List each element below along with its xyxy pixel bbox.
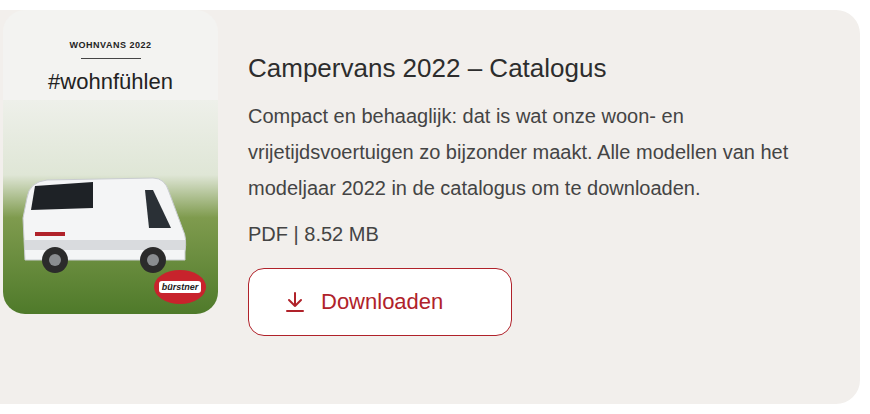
van-icon	[13, 168, 193, 278]
card-title: Campervans 2022 – Catalogus	[248, 50, 836, 86]
card-description: Compact en behaaglijk: dat is wat onze w…	[248, 98, 833, 206]
download-card: WOHNVANS 2022 #wohnfühlen bürstner Camperva…	[0, 10, 860, 404]
cover-kicker: WOHNVANS 2022	[70, 40, 152, 50]
cover-photo: bürstner	[3, 100, 218, 314]
cover-header: WOHNVANS 2022 #wohnfühlen	[3, 10, 218, 100]
brand-logo: bürstner	[154, 270, 206, 304]
card-content: Campervans 2022 – Catalogus Compact en be…	[248, 10, 860, 404]
page: WOHNVANS 2022 #wohnfühlen bürstner Camperva…	[0, 0, 870, 414]
cover-rule	[81, 58, 141, 59]
download-label: Downloaden	[321, 289, 443, 315]
download-button[interactable]: Downloaden	[248, 268, 512, 336]
download-icon	[283, 290, 307, 314]
catalog-cover: WOHNVANS 2022 #wohnfühlen bürstner	[3, 10, 218, 314]
brand-text: bürstner	[159, 281, 202, 293]
cover-hashtag: #wohnfühlen	[48, 69, 173, 95]
file-info: PDF | 8.52 MB	[248, 220, 836, 248]
